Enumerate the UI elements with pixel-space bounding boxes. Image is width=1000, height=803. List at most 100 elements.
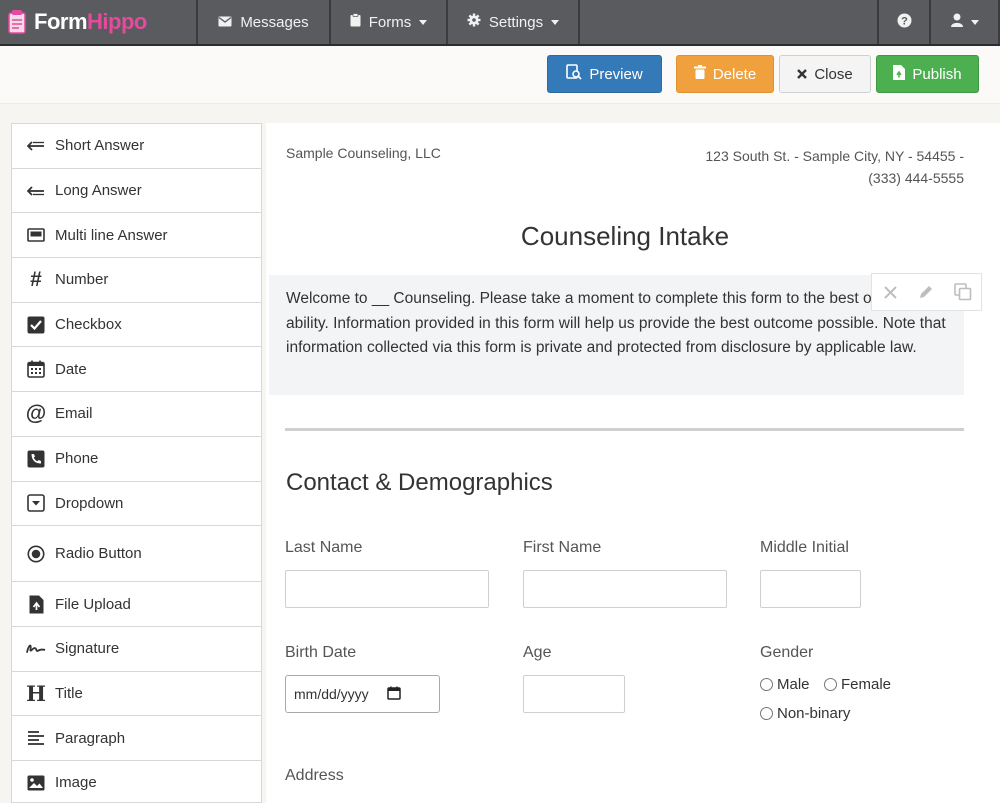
gender-option-male[interactable]: Male <box>760 676 810 693</box>
nav-spacer <box>580 0 879 44</box>
preview-icon <box>566 64 582 84</box>
sidebar-item-label: Image <box>55 774 97 792</box>
block-tools <box>871 273 982 311</box>
sidebar-item-radio-button[interactable]: Radio Button <box>12 526 261 583</box>
middle-initial-label: Middle Initial <box>760 539 849 556</box>
trash-icon <box>693 65 706 83</box>
section-divider <box>285 428 964 431</box>
top-navbar: FormHippo Messages Forms Settings ? <box>0 0 1000 46</box>
sidebar-item-short-answer[interactable]: Short Answer <box>12 124 261 169</box>
sidebar-item-label: Multi line Answer <box>55 226 168 244</box>
formhippo-logo[interactable]: FormHippo <box>0 0 198 44</box>
user-icon <box>950 13 963 31</box>
last-name-field[interactable] <box>285 570 489 608</box>
publish-label: Publish <box>912 65 962 83</box>
sidebar-item-label: Email <box>55 405 93 423</box>
file-upload-icon <box>26 594 46 614</box>
birth-date-field[interactable]: mm/dd/yyyy <box>285 675 440 713</box>
address-line-2: (333) 444-5555 <box>868 170 964 186</box>
gender-option-label: Female <box>841 676 892 693</box>
copy-icon[interactable] <box>952 281 974 303</box>
phone-icon <box>26 449 46 469</box>
sidebar-item-checkbox[interactable]: Checkbox <box>12 303 261 348</box>
radio-icon <box>26 544 46 564</box>
nav-forms-dropdown[interactable]: Forms <box>331 0 448 44</box>
delete-button[interactable]: Delete <box>676 55 774 93</box>
radio-circle-icon[interactable] <box>760 707 773 720</box>
nav-settings-dropdown[interactable]: Settings <box>448 0 580 44</box>
age-field[interactable] <box>523 675 625 713</box>
delete-label: Delete <box>712 65 757 83</box>
signature-icon <box>26 639 46 659</box>
intro-text: Welcome to __ Counseling. Please take a … <box>286 290 946 356</box>
intro-paragraph-block[interactable]: Welcome to __ Counseling. Please take a … <box>269 275 964 395</box>
company-address: 123 South St. - Sample City, NY - 54455 … <box>644 145 964 189</box>
close-label: Close <box>814 65 853 83</box>
image-icon <box>26 773 46 793</box>
envelope-icon <box>218 14 232 31</box>
hash-icon: # <box>30 267 42 291</box>
sidebar-item-label: Radio Button <box>55 545 142 563</box>
at-icon: @ <box>25 401 47 425</box>
close-icon <box>797 66 808 83</box>
birth-date-placeholder: mm/dd/yyyy <box>294 686 369 702</box>
logo-text: FormHippo <box>34 9 147 34</box>
long-answer-icon <box>26 181 46 201</box>
company-name: Sample Counseling, LLC <box>286 145 441 161</box>
clipboard-icon <box>350 13 361 31</box>
gender-option-label: Male <box>777 676 810 693</box>
sidebar-item-label: File Upload <box>55 595 131 613</box>
sidebar-item-number[interactable]: # Number <box>12 258 261 303</box>
publish-button[interactable]: Publish <box>876 55 979 93</box>
sidebar-item-phone[interactable]: Phone <box>12 437 261 482</box>
sidebar-item-label: Signature <box>55 640 120 658</box>
short-answer-icon <box>26 136 46 156</box>
pencil-icon[interactable] <box>915 281 937 303</box>
caret-down-icon <box>419 19 428 25</box>
gender-option-female[interactable]: Female <box>824 676 891 693</box>
preview-button[interactable]: Preview <box>547 55 662 93</box>
gender-label: Gender <box>760 644 814 661</box>
gender-option-label: Non-binary <box>777 705 851 722</box>
gender-option-non-binary[interactable]: Non-binary <box>760 705 850 722</box>
sidebar-item-title[interactable]: H Title <box>12 672 261 717</box>
first-name-field[interactable] <box>523 570 727 608</box>
dropdown-icon <box>26 493 46 513</box>
address-label: Address <box>285 767 344 784</box>
sidebar-item-long-answer[interactable]: Long Answer <box>12 169 261 214</box>
nav-messages[interactable]: Messages <box>198 0 331 44</box>
sidebar-item-label: Phone <box>55 450 99 468</box>
calendar-picker-icon[interactable] <box>386 686 401 703</box>
form-title[interactable]: Counseling Intake <box>266 221 984 252</box>
sidebar-item-dropdown[interactable]: Dropdown <box>12 482 261 527</box>
sidebar-item-email[interactable]: @ Email <box>12 392 261 437</box>
checkbox-icon <box>26 315 46 335</box>
radio-circle-icon[interactable] <box>760 678 773 691</box>
sidebar-item-date[interactable]: Date <box>12 347 261 393</box>
nav-settings-label: Settings <box>488 13 544 31</box>
question-circle-icon: ? <box>897 13 912 32</box>
sidebar-item-label: Short Answer <box>55 137 145 155</box>
nav-help-button[interactable]: ? <box>879 0 931 44</box>
svg-text:?: ? <box>901 15 908 27</box>
age-label: Age <box>523 644 552 661</box>
section-title[interactable]: Contact & Demographics <box>286 469 553 497</box>
paragraph-icon <box>26 728 46 748</box>
gear-icon <box>467 13 481 31</box>
sidebar-item-paragraph[interactable]: Paragraph <box>12 716 261 761</box>
multiline-icon <box>26 225 46 245</box>
caret-down-icon <box>970 19 979 25</box>
remove-block-icon[interactable] <box>879 281 901 303</box>
publish-file-icon <box>893 64 906 84</box>
last-name-label: Last Name <box>285 539 363 556</box>
nav-messages-label: Messages <box>240 13 309 31</box>
nav-user-dropdown[interactable] <box>931 0 1000 44</box>
sidebar-item-multiline-answer[interactable]: Multi line Answer <box>12 213 261 259</box>
sidebar-item-label: Long Answer <box>55 182 142 200</box>
radio-circle-icon[interactable] <box>824 678 837 691</box>
birth-date-label: Birth Date <box>285 644 357 661</box>
sidebar-item-signature[interactable]: Signature <box>12 627 261 672</box>
close-button[interactable]: Close <box>779 55 871 93</box>
middle-initial-field[interactable] <box>760 570 861 608</box>
sidebar-item-file-upload[interactable]: File Upload <box>12 582 261 627</box>
